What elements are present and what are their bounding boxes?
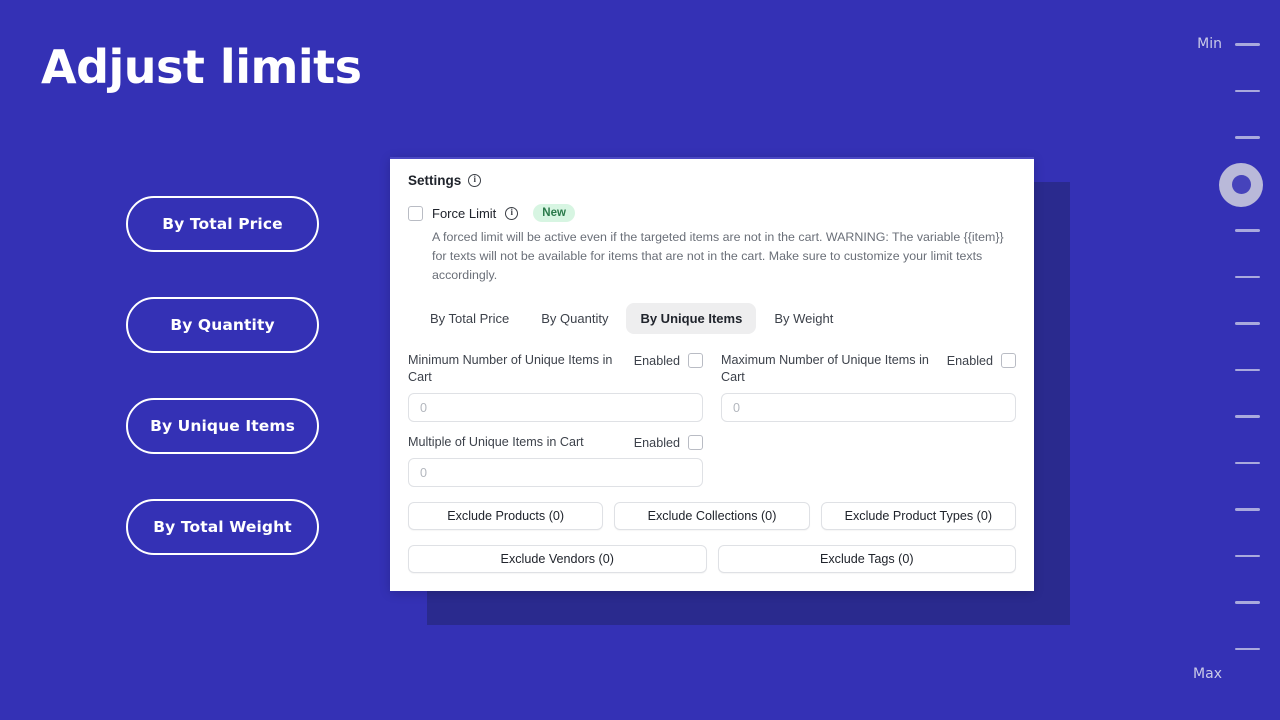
slider-tick bbox=[1235, 368, 1260, 371]
force-limit-row: Force Limit New bbox=[408, 204, 1016, 222]
tab-by-total-price[interactable]: By Total Price bbox=[416, 303, 523, 334]
minimum-unique-items-field: Minimum Number of Unique Items in Cart E… bbox=[408, 352, 703, 422]
slider-min-label: Min bbox=[1197, 36, 1222, 52]
maximum-enabled-checkbox[interactable] bbox=[1001, 353, 1016, 368]
slider-handle[interactable] bbox=[1219, 162, 1263, 207]
slider-tick bbox=[1235, 508, 1260, 511]
exclude-collections-button[interactable]: Exclude Collections (0) bbox=[614, 502, 810, 530]
limit-type-tabs: By Total Price By Quantity By Unique Ite… bbox=[416, 303, 1016, 334]
multiple-enabled-label: Enabled bbox=[633, 435, 680, 450]
slider-tick bbox=[1235, 461, 1260, 464]
settings-title: Settings bbox=[408, 173, 462, 188]
tab-by-quantity[interactable]: By Quantity bbox=[527, 303, 622, 334]
multiple-field-row: Multiple of Unique Items in Cart Enabled bbox=[408, 434, 1016, 487]
exclude-products-button[interactable]: Exclude Products (0) bbox=[408, 502, 604, 530]
slider-tick bbox=[1235, 322, 1260, 325]
slider-tick bbox=[1235, 89, 1260, 92]
tab-by-weight[interactable]: By Weight bbox=[760, 303, 847, 334]
min-max-field-row: Minimum Number of Unique Items in Cart E… bbox=[408, 352, 1016, 422]
slider-tick bbox=[1235, 601, 1260, 604]
page-title: Adjust limits bbox=[41, 40, 362, 94]
maximum-enabled-wrap: Enabled bbox=[947, 352, 1016, 368]
minimum-unique-items-input[interactable] bbox=[408, 393, 703, 422]
pill-by-quantity[interactable]: By Quantity bbox=[126, 297, 319, 353]
range-slider[interactable]: Min Max bbox=[1150, 0, 1280, 720]
exclude-vendors-button[interactable]: Exclude Vendors (0) bbox=[408, 545, 707, 573]
pill-by-unique-items[interactable]: By Unique Items bbox=[126, 398, 319, 454]
multiple-unique-items-label: Multiple of Unique Items in Cart bbox=[408, 435, 584, 449]
minimum-unique-items-label: Minimum Number of Unique Items in Cart bbox=[408, 353, 613, 384]
slider-tick bbox=[1235, 554, 1260, 557]
maximum-enabled-label: Enabled bbox=[946, 353, 993, 368]
maximum-unique-items-field: Maximum Number of Unique Items in Cart E… bbox=[721, 352, 1016, 422]
multiple-enabled-wrap: Enabled bbox=[634, 434, 703, 450]
slider-tick bbox=[1235, 229, 1260, 232]
multiple-unique-items-field: Multiple of Unique Items in Cart Enabled bbox=[408, 434, 703, 487]
new-badge: New bbox=[533, 204, 575, 222]
exclude-product-types-button[interactable]: Exclude Product Types (0) bbox=[820, 502, 1016, 530]
minimum-unique-items-head: Minimum Number of Unique Items in Cart E… bbox=[408, 352, 703, 386]
slider-tick bbox=[1235, 136, 1260, 139]
multiple-enabled-checkbox[interactable] bbox=[688, 435, 703, 450]
multiple-row-spacer bbox=[721, 434, 1016, 487]
settings-card: Settings Force Limit New A forced limit … bbox=[390, 157, 1034, 591]
minimum-enabled-checkbox[interactable] bbox=[688, 353, 703, 368]
settings-card-header: Settings bbox=[408, 173, 1016, 188]
limit-type-pill-list: By Total Price By Quantity By Unique Ite… bbox=[126, 196, 319, 555]
maximum-unique-items-input[interactable] bbox=[721, 393, 1016, 422]
slider-tick bbox=[1235, 43, 1260, 46]
slider-tick bbox=[1235, 647, 1260, 650]
force-limit-checkbox[interactable] bbox=[408, 205, 423, 221]
tab-by-unique-items[interactable]: By Unique Items bbox=[626, 303, 757, 334]
multiple-unique-items-input[interactable] bbox=[408, 458, 703, 487]
slider-max-label: Max bbox=[1193, 666, 1222, 682]
multiple-unique-items-head: Multiple of Unique Items in Cart Enabled bbox=[408, 434, 703, 451]
exclude-buttons-row-2: Exclude Vendors (0) Exclude Tags (0) bbox=[408, 545, 1016, 573]
exclude-buttons-row-1: Exclude Products (0) Exclude Collections… bbox=[408, 502, 1016, 530]
exclude-tags-button[interactable]: Exclude Tags (0) bbox=[717, 545, 1016, 573]
maximum-unique-items-label: Maximum Number of Unique Items in Cart bbox=[721, 353, 929, 384]
minimum-enabled-label: Enabled bbox=[633, 353, 680, 368]
force-limit-description: A forced limit will be active even if th… bbox=[432, 230, 1004, 282]
force-limit-info-icon[interactable] bbox=[505, 206, 519, 220]
force-limit-label: Force Limit bbox=[432, 205, 497, 221]
minimum-enabled-wrap: Enabled bbox=[634, 352, 703, 368]
info-icon[interactable] bbox=[468, 174, 482, 187]
slider-tick bbox=[1235, 415, 1260, 418]
slider-tick bbox=[1235, 275, 1260, 278]
maximum-unique-items-head: Maximum Number of Unique Items in Cart E… bbox=[721, 352, 1016, 386]
pill-by-total-weight[interactable]: By Total Weight bbox=[126, 499, 319, 555]
pill-by-total-price[interactable]: By Total Price bbox=[126, 196, 319, 252]
